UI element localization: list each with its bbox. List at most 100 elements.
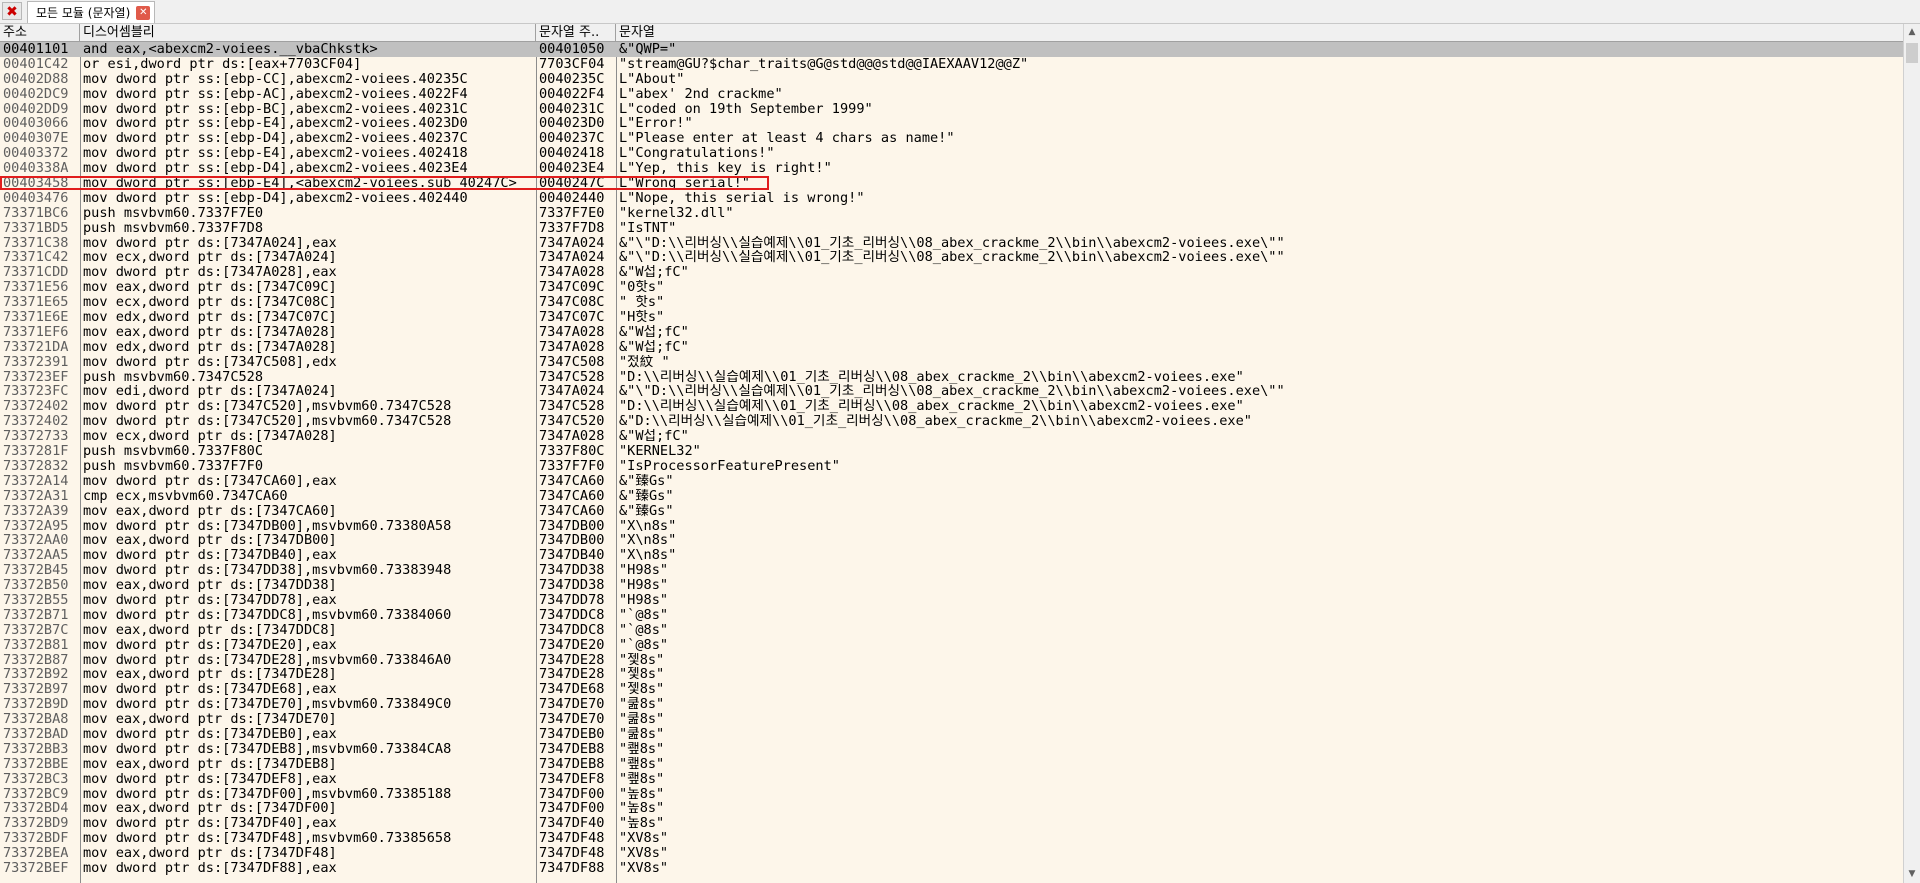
table-row[interactable]: 73372A31 cmp ecx,msvbvm60.7347CA60 7347CA6… xyxy=(0,489,1903,504)
column-string-header[interactable]: 문자열 xyxy=(616,24,1903,41)
table-row[interactable]: 733723FC mov edi,dword ptr ds:[7347A024] 7… xyxy=(0,384,1903,399)
tab-close-icon[interactable]: ✕ xyxy=(136,5,151,20)
row-disassembly: mov eax,dword ptr ds:[7347DF48] xyxy=(83,846,337,861)
column-string-address-header[interactable]: 문자열 주.. xyxy=(536,24,616,41)
table-row[interactable]: 73371E65 mov ecx,dword ptr ds:[7347C08C] 7… xyxy=(0,295,1903,310)
table-row[interactable]: 73372B87 mov dword ptr ds:[7347DE28],msvb… xyxy=(0,653,1903,668)
table-row[interactable]: 00403458 mov dword ptr ss:[ebp-E4],<abexc… xyxy=(0,176,1903,191)
table-row[interactable]: 73372BDF mov dword ptr ds:[7347DF48],msvb… xyxy=(0,831,1903,846)
row-string-address: 7703CF04 xyxy=(539,56,605,72)
row-string-address: 7347A028 xyxy=(539,339,605,355)
table-row[interactable]: 73371EF6 mov eax,dword ptr ds:[7347A028] 7… xyxy=(0,325,1903,340)
table-row[interactable]: 00402DC9 mov dword ptr ss:[ebp-AC],abexcm… xyxy=(0,87,1903,102)
table-row[interactable]: 73371E6E mov edx,dword ptr ds:[7347C07C] 7… xyxy=(0,310,1903,325)
table-row[interactable]: 73372B97 mov dword ptr ds:[7347DE68],eax 7… xyxy=(0,682,1903,697)
table-row[interactable]: 00403066 mov dword ptr ss:[ebp-E4],abexcm… xyxy=(0,116,1903,131)
row-disassembly: mov eax,dword ptr ds:[7347DE28] xyxy=(83,667,337,683)
table-row[interactable]: 00401C42 or esi,dword ptr ds:[eax+7703CF0… xyxy=(0,57,1903,72)
row-address: 73371BD5 xyxy=(3,220,69,236)
row-address: 00402D88 xyxy=(3,71,69,87)
row-string-address: 7347DF48 xyxy=(539,831,605,847)
table-row[interactable]: 73372B7C mov eax,dword ptr ds:[7347DDC8] 7… xyxy=(0,623,1903,638)
vertical-scrollbar[interactable]: ▲ ▼ xyxy=(1903,24,1920,883)
row-address: 73371CDD xyxy=(3,265,69,281)
table-row[interactable]: 00403476 mov dword ptr ss:[ebp-D4],abexcm… xyxy=(0,191,1903,206)
table-row[interactable]: 73372A39 mov eax,dword ptr ds:[7347CA60] 7… xyxy=(0,504,1903,519)
row-string-address: 00402418 xyxy=(539,146,605,162)
table-row[interactable]: 73372BAD mov dword ptr ds:[7347DEB0],eax 7… xyxy=(0,727,1903,742)
table-row[interactable]: 73372BD9 mov dword ptr ds:[7347DF40],eax 7… xyxy=(0,816,1903,831)
table-row[interactable]: 73372B92 mov eax,dword ptr ds:[7347DE28] 7… xyxy=(0,667,1903,682)
table-row[interactable]: 73371C38 mov dword ptr ds:[7347A024],eax 7… xyxy=(0,236,1903,251)
row-disassembly: mov dword ptr ds:[7347A024],eax xyxy=(83,235,337,251)
row-string-address: 7347A028 xyxy=(539,324,605,340)
scrollbar-thumb[interactable] xyxy=(1906,43,1918,63)
scroll-down-icon[interactable]: ▼ xyxy=(1904,866,1920,883)
table-row[interactable]: 00401101 and eax,<abexcm2-voiees.__vbaChk… xyxy=(0,42,1903,57)
table-row[interactable]: 73371CDD mov dword ptr ds:[7347A028],eax 7… xyxy=(0,265,1903,280)
row-string-address: 7337F7E0 xyxy=(539,205,605,221)
close-window-button[interactable]: ✖ xyxy=(2,2,22,20)
table-row[interactable]: 73372B71 mov dword ptr ds:[7347DDC8],msvb… xyxy=(0,608,1903,623)
row-address: 73372BBE xyxy=(3,756,69,772)
table-row[interactable]: 73372BC3 mov dword ptr ds:[7347DEF8],eax 7… xyxy=(0,772,1903,787)
table-row[interactable]: 73371BD5 push msvbvm60.7337F7D8 7337F7D8 "I… xyxy=(0,221,1903,236)
table-row[interactable]: 73372B55 mov dword ptr ds:[7347DD78],eax 7… xyxy=(0,593,1903,608)
table-row[interactable]: 73372A95 mov dword ptr ds:[7347DB00],msvb… xyxy=(0,519,1903,534)
table-row[interactable]: 00402D88 mov dword ptr ss:[ebp-CC],abexcm… xyxy=(0,72,1903,87)
table-row[interactable]: 0040338A mov dword ptr ss:[ebp-D4],abexcm… xyxy=(0,161,1903,176)
row-string-address: 7347C520 xyxy=(539,414,605,430)
table-row[interactable]: 73372BBE mov eax,dword ptr ds:[7347DEB8] 7… xyxy=(0,757,1903,772)
table-row[interactable]: 73372BA8 mov eax,dword ptr ds:[7347DE70] 7… xyxy=(0,712,1903,727)
scroll-up-icon[interactable]: ▲ xyxy=(1904,24,1920,41)
row-string-address: 0040237C xyxy=(539,131,605,147)
row-disassembly: mov dword ptr ds:[7347DE28],msvbvm60.733… xyxy=(83,652,452,668)
table-row[interactable]: 733723EF push msvbvm60.7347C528 7347C528 "D… xyxy=(0,370,1903,385)
row-string-address: 7347DF88 xyxy=(539,860,605,876)
table-row[interactable]: 73372832 push msvbvm60.7337F7F0 7337F7F0 "I… xyxy=(0,459,1903,474)
row-string: "IsTNT" xyxy=(619,220,677,236)
row-string: L"abex' 2nd crackme" xyxy=(619,86,783,102)
row-disassembly: mov dword ptr ss:[ebp-D4],abexcm2-voiees… xyxy=(83,190,468,206)
table-row[interactable]: 73372733 mov ecx,dword ptr ds:[7347A028] 7… xyxy=(0,429,1903,444)
table-row[interactable]: 73372B9D mov dword ptr ds:[7347DE70],msvb… xyxy=(0,697,1903,712)
table-row[interactable]: 73372B50 mov eax,dword ptr ds:[7347DD38] 7… xyxy=(0,578,1903,593)
table-row[interactable]: 73372B45 mov dword ptr ds:[7347DD38],msvb… xyxy=(0,563,1903,578)
row-disassembly: mov dword ptr ss:[ebp-E4],<abexcm2-voiee… xyxy=(83,176,517,191)
tab-label: 모든 모듈 (문자열) xyxy=(36,6,131,20)
table-row[interactable]: 73371E56 mov eax,dword ptr ds:[7347C09C] 7… xyxy=(0,280,1903,295)
table-row[interactable]: 7337281F push msvbvm60.7337F80C 7337F80C "K… xyxy=(0,444,1903,459)
tab-all-modules-strings[interactable]: 모든 모듈 (문자열) ✕ xyxy=(27,1,156,23)
row-disassembly: mov eax,dword ptr ds:[7347C09C] xyxy=(83,280,337,296)
table-row[interactable]: 73372391 mov dword ptr ds:[7347C508],edx 7… xyxy=(0,355,1903,370)
row-disassembly: mov dword ptr ds:[7347DF48],msvbvm60.733… xyxy=(83,831,452,847)
table-row[interactable]: 73372BC9 mov dword ptr ds:[7347DF00],msvb… xyxy=(0,787,1903,802)
table-row[interactable]: 0040307E mov dword ptr ss:[ebp-D4],abexcm… xyxy=(0,131,1903,146)
table-row[interactable]: 73372BD4 mov eax,dword ptr ds:[7347DF00] 7… xyxy=(0,801,1903,816)
column-address-header[interactable]: 주소 xyxy=(0,24,80,41)
table-row[interactable]: 733721DA mov edx,dword ptr ds:[7347A028] 7… xyxy=(0,340,1903,355)
table-row[interactable]: 00403372 mov dword ptr ss:[ebp-E4],abexcm… xyxy=(0,146,1903,161)
table-row[interactable]: 73372402 mov dword ptr ds:[7347C520],msvb… xyxy=(0,414,1903,429)
table-row[interactable]: 73372BEA mov eax,dword ptr ds:[7347DF48] 7… xyxy=(0,846,1903,861)
row-disassembly: mov eax,dword ptr ds:[7347DDC8] xyxy=(83,622,337,638)
column-disassembly-header[interactable]: 디스어셈블리 xyxy=(80,24,536,41)
table-row[interactable]: 73372AA5 mov dword ptr ds:[7347DB40],eax 7… xyxy=(0,548,1903,563)
table-row[interactable]: 73371BC6 push msvbvm60.7337F7E0 7337F7E0 "k… xyxy=(0,206,1903,221)
table-row[interactable]: 73372BB3 mov dword ptr ds:[7347DEB8],msvb… xyxy=(0,742,1903,757)
table-row[interactable]: 73372BEF mov dword ptr ds:[7347DF88],eax 7… xyxy=(0,861,1903,876)
row-address: 00401101 xyxy=(3,42,69,57)
row-disassembly: mov edx,dword ptr ds:[7347C07C] xyxy=(83,310,337,325)
table-row[interactable]: 73372AA0 mov eax,dword ptr ds:[7347DB00] 7… xyxy=(0,533,1903,548)
close-icon: ✖ xyxy=(6,4,18,20)
table-row[interactable]: 73372A14 mov dword ptr ds:[7347CA60],eax 7… xyxy=(0,474,1903,489)
row-string: "kernel32.dll" xyxy=(619,205,734,221)
row-string: &"W섭;fC" xyxy=(619,324,689,340)
row-address: 73372AA0 xyxy=(3,533,69,549)
table-row[interactable]: 73372B81 mov dword ptr ds:[7347DE20],eax 7… xyxy=(0,638,1903,653)
table-row[interactable]: 73372402 mov dword ptr ds:[7347C520],msvb… xyxy=(0,399,1903,414)
table-row[interactable]: 00402DD9 mov dword ptr ss:[ebp-BC],abexcm… xyxy=(0,102,1903,117)
row-address: 73371EF6 xyxy=(3,324,69,340)
row-string: "쾦8s" xyxy=(619,771,665,787)
table-row[interactable]: 73371C42 mov ecx,dword ptr ds:[7347A024] 7… xyxy=(0,250,1903,265)
